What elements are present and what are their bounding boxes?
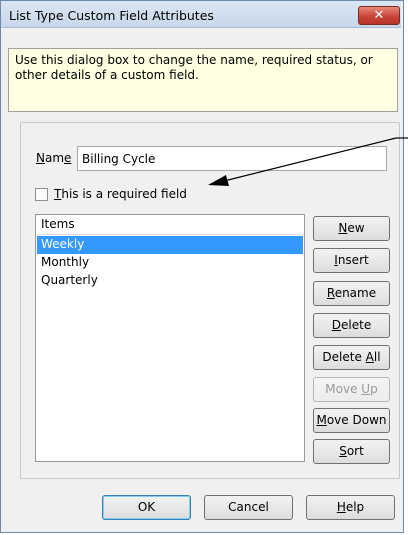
annotation-arrow xyxy=(208,137,408,186)
